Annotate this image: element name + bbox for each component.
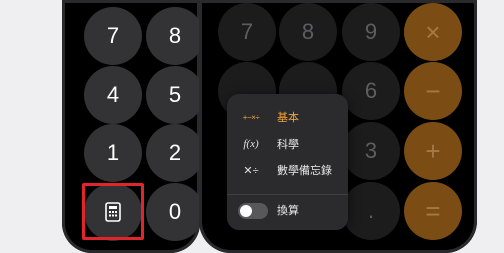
minus-key[interactable]: − [404, 62, 462, 120]
menu-item-label: 科學 [277, 139, 299, 151]
mode-menu: +−×÷ 基本 f(x) 科學 ✕÷ 數學備忘錄 換算 [227, 94, 348, 230]
math-notes-icon: ✕÷ [243, 164, 259, 177]
key-4[interactable]: 4 [84, 66, 142, 124]
key-7-dim[interactable]: 7 [218, 3, 276, 61]
toggle-knob [240, 205, 252, 217]
multiply-key[interactable]: × [404, 3, 462, 61]
equals-key[interactable]: = [404, 182, 462, 240]
menu-divider [227, 194, 348, 195]
decimal-key[interactable]: . [342, 182, 400, 240]
highlight-box [82, 183, 144, 240]
function-icon: f(x) [243, 138, 259, 150]
menu-item-math-notes[interactable]: ✕÷ 數學備忘錄 [227, 158, 348, 182]
key-1[interactable]: 1 [84, 124, 142, 182]
menu-item-scientific[interactable]: f(x) 科學 [227, 132, 348, 156]
menu-item-basic[interactable]: +−×÷ 基本 [227, 105, 348, 129]
convert-label: 換算 [277, 205, 299, 217]
plus-key[interactable]: + [404, 122, 462, 180]
menu-item-convert[interactable]: 換算 [227, 198, 348, 222]
menu-item-label: 數學備忘錄 [277, 165, 332, 177]
key-8[interactable]: 8 [146, 7, 204, 65]
menu-item-label: 基本 [277, 112, 299, 124]
key-9-dim[interactable]: 9 [342, 3, 400, 61]
key-3-dim[interactable]: 3 [342, 122, 400, 180]
key-7[interactable]: 7 [84, 7, 142, 65]
key-0[interactable]: 0 [146, 183, 204, 241]
key-2[interactable]: 2 [146, 124, 204, 182]
basic-operators-icon: +−×÷ [242, 112, 260, 122]
key-6-dim[interactable]: 6 [342, 62, 400, 120]
key-5[interactable]: 5 [146, 66, 204, 124]
key-8-dim[interactable]: 8 [279, 3, 337, 61]
convert-toggle[interactable] [238, 203, 268, 219]
